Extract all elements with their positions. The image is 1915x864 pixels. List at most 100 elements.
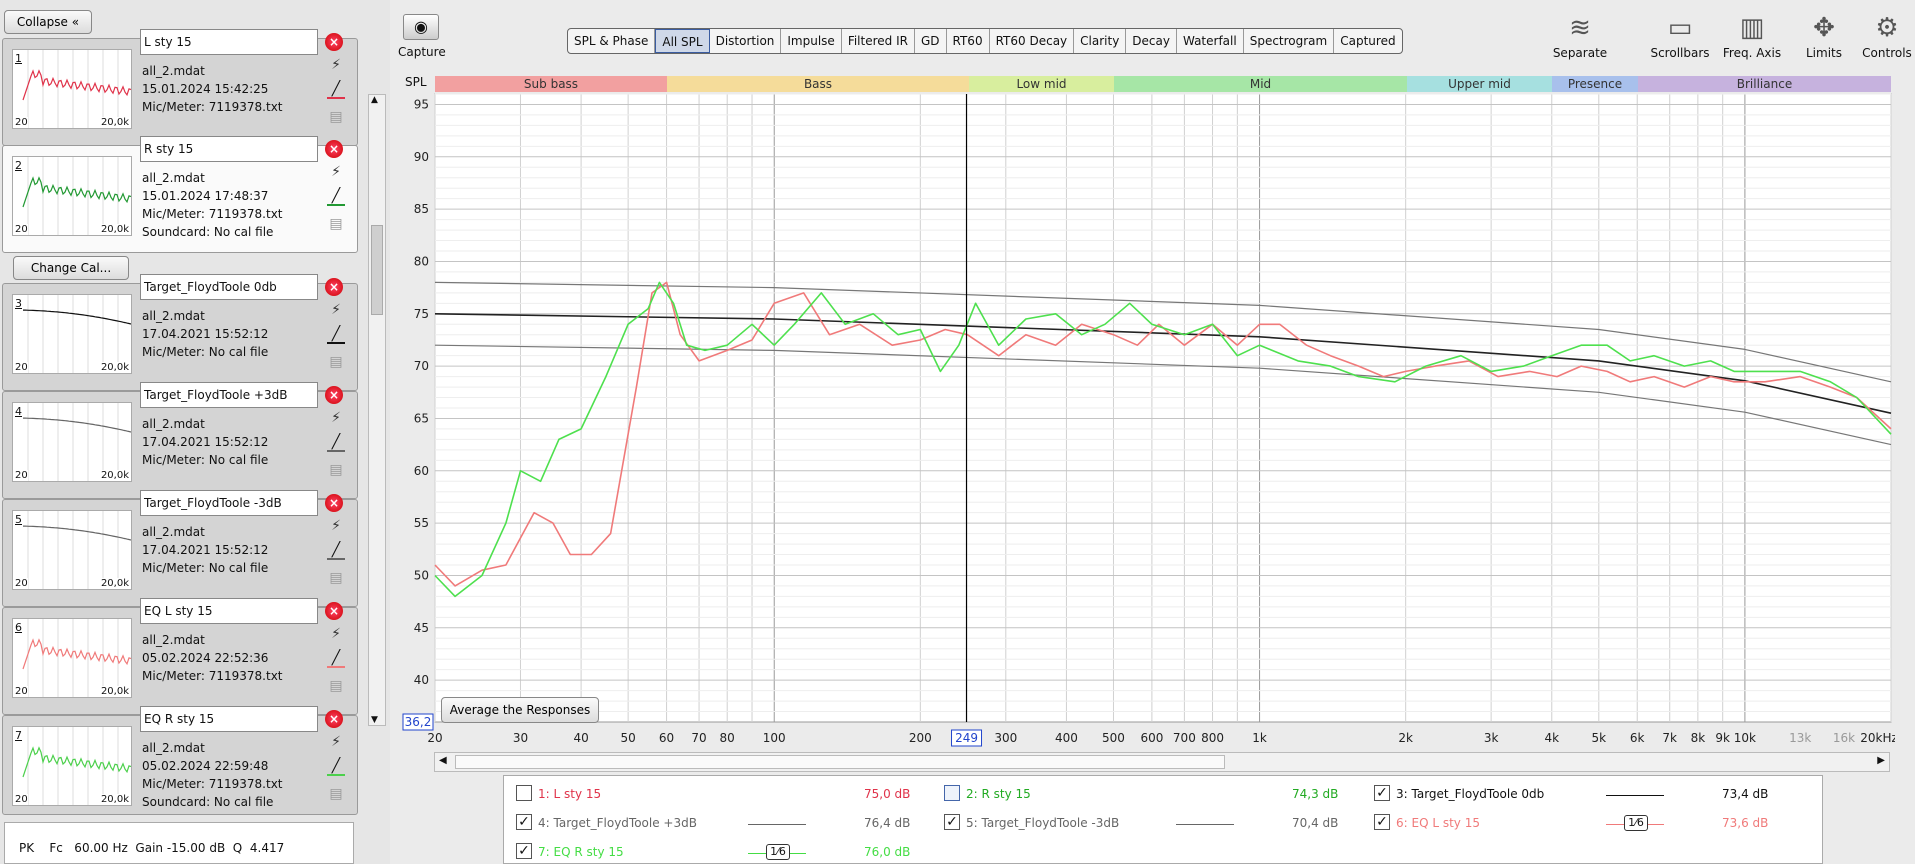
thumb-axis-end: 20,0k: [100, 362, 129, 373]
measurement-name-field[interactable]: Target_FloydToole +3dB: [140, 382, 318, 408]
tool-separate[interactable]: ≋ Separate: [1550, 10, 1610, 60]
measurement-name-field[interactable]: R sty 15: [140, 136, 318, 162]
measurement-thumbnail[interactable]: 6 20 20,0k: [12, 618, 132, 698]
measurement-thumbnail[interactable]: 5 20 20,0k: [12, 510, 132, 590]
legend-checkbox[interactable]: ✓: [516, 843, 532, 859]
measurement-info-icon[interactable]: ⚡: [327, 518, 345, 536]
legend-label: 3: Target_FloydToole 0db: [1396, 787, 1545, 801]
tool-controls[interactable]: ⚙ Controls: [1855, 10, 1915, 60]
tab-decay[interactable]: Decay: [1126, 29, 1177, 53]
capture-tool[interactable]: ◉ Capture: [398, 14, 446, 59]
remove-measurement-icon[interactable]: ×: [325, 140, 343, 158]
tool-limits[interactable]: ✥ Limits: [1792, 10, 1856, 60]
thumb-axis-end: 20,0k: [100, 686, 129, 697]
remove-measurement-icon[interactable]: ×: [325, 602, 343, 620]
legend-checkbox[interactable]: ✓: [944, 814, 960, 830]
notes-icon[interactable]: ▤: [327, 354, 345, 372]
tool-freq-axis[interactable]: ▥ Freq. Axis: [1720, 10, 1784, 60]
notes-icon[interactable]: ▤: [327, 462, 345, 480]
measurement-name-field[interactable]: Target_FloydToole 0db: [140, 274, 318, 300]
remove-measurement-icon[interactable]: ×: [325, 710, 343, 728]
measurement-info-icon[interactable]: ⚡: [327, 410, 345, 428]
tab-waterfall[interactable]: Waterfall: [1177, 29, 1244, 53]
smoothing-badge[interactable]: 1⁄6: [766, 844, 790, 860]
legend-checkbox[interactable]: ✓: [516, 814, 532, 830]
notes-icon[interactable]: ▤: [327, 678, 345, 696]
remove-measurement-icon[interactable]: ×: [325, 494, 343, 512]
measurement-thumbnail[interactable]: 1 20 20,0k: [12, 49, 132, 129]
remove-measurement-icon[interactable]: ×: [325, 386, 343, 404]
tab-rt60-decay[interactable]: RT60 Decay: [990, 29, 1075, 53]
notes-icon[interactable]: ▤: [327, 786, 345, 804]
legend-checkbox[interactable]: [516, 785, 532, 801]
measurement-file: all_2.mdat: [142, 417, 205, 431]
remove-measurement-icon[interactable]: ×: [325, 278, 343, 296]
scroll-right-icon[interactable]: ▶: [1877, 755, 1885, 766]
measurement-card[interactable]: 4 20 20,0k Target_FloydToole +3dB × all_2.mda…: [2, 382, 358, 499]
hscroll-thumb[interactable]: [455, 755, 1225, 769]
scroll-left-icon[interactable]: ◀: [439, 755, 447, 766]
measurement-card[interactable]: 3 20 20,0k Target_FloydToole 0db × all_2.mdat…: [2, 274, 358, 391]
measurement-info-icon[interactable]: ⚡: [327, 626, 345, 644]
remove-measurement-icon[interactable]: ×: [325, 33, 343, 51]
trace-color-icon[interactable]: ╱: [327, 326, 345, 344]
measurement-info-icon[interactable]: ⚡: [327, 57, 345, 75]
trace-color-icon[interactable]: ╱: [327, 758, 345, 776]
measurement-card[interactable]: 5 20 20,0k Target_FloydToole -3dB × all_2.mda…: [2, 490, 358, 607]
legend-checkbox[interactable]: ✓: [1374, 785, 1390, 801]
measurement-date: 17.04.2021 15:52:12: [142, 327, 269, 341]
notes-icon[interactable]: ▤: [327, 109, 345, 127]
change-cal-button[interactable]: Change Cal...: [13, 256, 129, 280]
measurement-thumbnail[interactable]: 3 20 20,0k: [12, 294, 132, 374]
measurements-scrollbar[interactable]: ▲ ▼: [368, 94, 386, 726]
legend-checkbox[interactable]: ✓: [1374, 814, 1390, 830]
measurement-thumbnail[interactable]: 4 20 20,0k: [12, 402, 132, 482]
legend-value: 74,3 dB: [1292, 787, 1339, 801]
spl-chart[interactable]: 95 90 85 80 75 70 65 60 55 50 45 40 20 30 40 50 60 70 80 10…: [395, 92, 1895, 752]
smoothing-badge[interactable]: 1⁄6: [1624, 815, 1648, 831]
measurement-card[interactable]: 7 20 20,0k EQ R sty 15 × all_2.mdat 05.02.2024…: [2, 706, 358, 815]
measurement-number: 5: [15, 513, 22, 526]
measurement-file: all_2.mdat: [142, 633, 205, 647]
measurement-name-field[interactable]: Target_FloydToole -3dB: [140, 490, 318, 516]
trace-color-icon[interactable]: ╱: [327, 81, 345, 99]
tab-filtered-ir[interactable]: Filtered IR: [842, 29, 915, 53]
trace-color-icon[interactable]: ╱: [327, 650, 345, 668]
scroll-up-icon[interactable]: ▲: [371, 95, 378, 105]
tab-impulse[interactable]: Impulse: [781, 29, 842, 53]
band-bass: Bass: [667, 76, 969, 92]
tab-spl-phase[interactable]: SPL & Phase: [568, 29, 656, 53]
measurement-info-icon[interactable]: ⚡: [327, 302, 345, 320]
tool-scrollbars[interactable]: ▭ Scrollbars: [1650, 10, 1710, 60]
tab-spectrogram[interactable]: Spectrogram: [1244, 29, 1335, 53]
measurement-card[interactable]: 6 20 20,0k EQ L sty 15 × all_2.mdat 05.02.2024…: [2, 598, 358, 715]
frequency-scrollbar[interactable]: ◀ ▶: [434, 752, 1890, 772]
scrollbar-thumb[interactable]: [371, 225, 383, 315]
collapse-button[interactable]: Collapse «: [4, 10, 92, 34]
scroll-down-icon[interactable]: ▼: [371, 715, 378, 725]
tab-clarity[interactable]: Clarity: [1074, 29, 1127, 53]
measurement-card[interactable]: 1 20 20,0k L sty 15 × all_2.mdat 15.01.2024 15…: [2, 29, 358, 146]
tab-all-spl[interactable]: All SPL: [655, 29, 710, 53]
x-tick-label: 20kHz: [1860, 731, 1895, 745]
measurement-file: all_2.mdat: [142, 171, 205, 185]
tab-distortion[interactable]: Distortion: [710, 29, 782, 53]
measurement-thumbnail[interactable]: 2 20 20,0k: [12, 156, 132, 236]
measurement-name-field[interactable]: L sty 15: [140, 29, 318, 55]
measurement-name-field[interactable]: EQ R sty 15: [140, 706, 318, 732]
trace-color-icon[interactable]: ╱: [327, 434, 345, 452]
measurement-info-icon[interactable]: ⚡: [327, 734, 345, 752]
legend-checkbox[interactable]: [944, 785, 960, 801]
tab-captured[interactable]: Captured: [1334, 29, 1401, 53]
notes-icon[interactable]: ▤: [327, 216, 345, 234]
tab-gd[interactable]: GD: [915, 29, 947, 53]
measurement-name-field[interactable]: EQ L sty 15: [140, 598, 318, 624]
tab-rt60[interactable]: RT60: [947, 29, 990, 53]
measurement-info-icon[interactable]: ⚡: [327, 164, 345, 182]
measurement-thumbnail[interactable]: 7 20 20,0k: [12, 726, 132, 806]
measurement-card[interactable]: 2 20 20,0k R sty 15 × all_2.mdat 15.01.2024 17…: [2, 136, 358, 253]
trace-color-icon[interactable]: ╱: [327, 188, 345, 206]
average-responses-button[interactable]: Average the Responses: [441, 697, 599, 723]
notes-icon[interactable]: ▤: [327, 570, 345, 588]
trace-color-icon[interactable]: ╱: [327, 542, 345, 560]
